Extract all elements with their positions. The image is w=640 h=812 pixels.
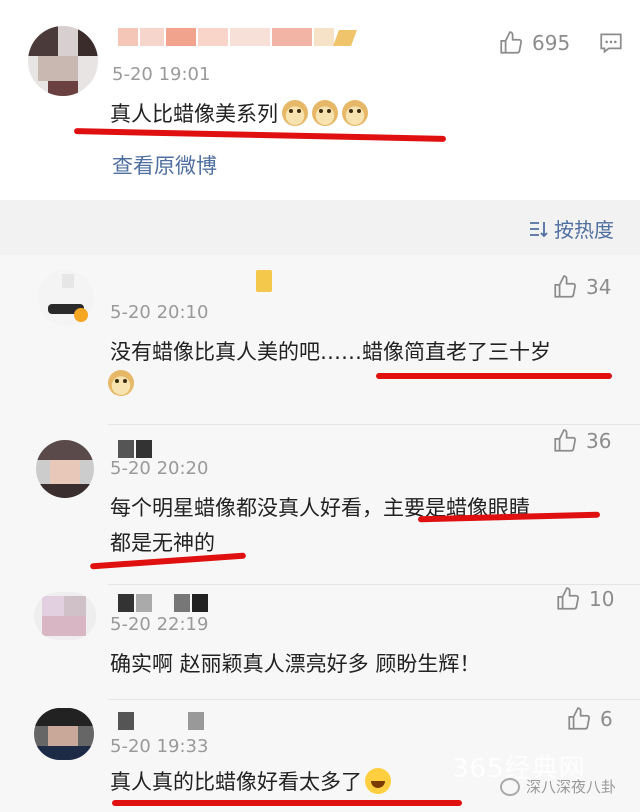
comment-text: 真人真的比蜡像好看太多了: [110, 766, 391, 796]
doge-emoji-icon: [342, 100, 368, 126]
post-like-count: 695: [532, 31, 571, 55]
wechat-icon: [500, 777, 520, 796]
comment-like-count: 10: [589, 587, 615, 611]
comment-timestamp: 5-20 20:10: [110, 302, 209, 323]
comment-text-line-2: 都是无神的: [110, 531, 215, 555]
comment-icon: [600, 33, 622, 54]
comment-like-button[interactable]: 6: [566, 706, 613, 732]
thumbs-up-icon: [557, 587, 579, 610]
commenter-name-blurred[interactable]: [118, 594, 208, 612]
commenter-name-blurred[interactable]: [256, 270, 272, 292]
post-text: 真人比蜡像美系列: [110, 98, 368, 128]
view-original-weibo-link[interactable]: 查看原微博: [112, 150, 217, 180]
commenter-name-blurred[interactable]: [118, 712, 204, 730]
doge-emoji-icon: [312, 100, 338, 126]
sort-icon: [530, 221, 548, 237]
comment-like-button[interactable]: 34: [552, 274, 611, 300]
commenter-avatar[interactable]: [34, 708, 94, 760]
post-timestamp: 5-20 19:01: [112, 64, 211, 85]
comment-timestamp: 5-20 19:33: [110, 736, 209, 757]
account-watermark: 深八深夜八卦: [500, 776, 616, 797]
comment-item: [0, 585, 640, 700]
comment-like-button[interactable]: 36: [552, 428, 611, 454]
commenter-avatar[interactable]: [36, 440, 94, 498]
sort-by-hotness-button[interactable]: 按热度: [528, 214, 614, 243]
highlight-underline: [73, 128, 447, 142]
highlight-underline: [112, 800, 462, 806]
doge-emoji-icon: [108, 370, 134, 396]
thumbs-up-icon: [554, 275, 576, 298]
comment-timestamp: 5-20 22:19: [110, 614, 209, 635]
doge-emoji-icon: [282, 100, 308, 126]
thumbs-up-icon: [500, 31, 522, 54]
post-author-name-blurred[interactable]: [118, 28, 334, 46]
post-author-avatar[interactable]: [28, 26, 98, 96]
comment-text: 确实啊 赵丽颖真人漂亮好多 顾盼生辉！: [110, 652, 481, 676]
account-watermark-text: 深八深夜八卦: [526, 778, 617, 796]
commenter-name-blurred[interactable]: [118, 440, 152, 458]
comment-timestamp: 5-20 20:20: [110, 458, 209, 479]
comment-like-button[interactable]: 10: [555, 586, 614, 612]
original-post-card: 5-20 19:01 真人比蜡像美系列 查看原微博 695: [0, 0, 640, 200]
laughing-tears-emoji-icon: [365, 768, 391, 794]
comment-text-body: 真人真的比蜡像好看太多了: [110, 770, 362, 794]
thumbs-up-icon: [568, 707, 590, 730]
highlight-underline: [376, 373, 612, 379]
commenter-avatar[interactable]: [34, 592, 96, 640]
verified-badge-icon: [74, 308, 88, 322]
post-like-button[interactable]: 695: [498, 30, 570, 56]
comment-like-count: 36: [586, 429, 612, 453]
comment-button[interactable]: [598, 30, 624, 60]
comment-like-count: 6: [600, 707, 613, 731]
post-text-body: 真人比蜡像美系列: [110, 102, 278, 126]
thumbs-up-icon: [554, 429, 576, 452]
comment-like-count: 34: [586, 275, 612, 299]
sort-label: 按热度: [554, 218, 614, 242]
comment-text: 没有蜡像比真人美的吧……蜡像简直老了三十岁: [110, 340, 551, 364]
badge-icon: [333, 30, 357, 46]
